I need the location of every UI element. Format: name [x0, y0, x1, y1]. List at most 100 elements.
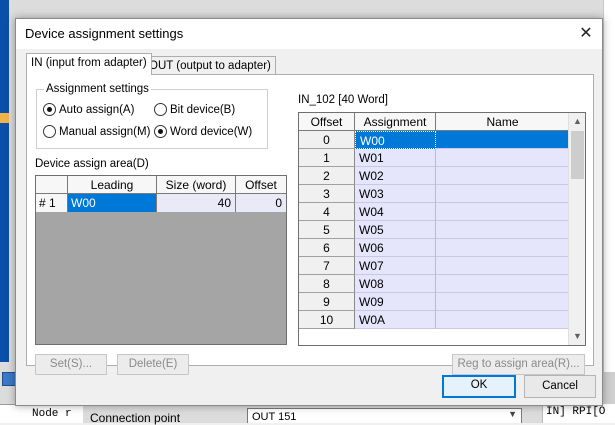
- grid-header-offset: Offset: [299, 113, 355, 131]
- offset-assignment-grid[interactable]: Offset Assignment Name 0 W00 1 W01 2 W02 3 W03 4…: [298, 112, 586, 346]
- row-name[interactable]: [436, 203, 569, 221]
- table-row[interactable]: 8 W08: [299, 275, 569, 293]
- ok-button[interactable]: OK: [442, 375, 516, 398]
- row-name[interactable]: [436, 149, 569, 167]
- table-row[interactable]: 10 W0A: [299, 311, 569, 329]
- row-assignment[interactable]: W01: [355, 149, 436, 167]
- grid-header: Leading Size (word) Offset: [36, 176, 286, 194]
- row-name[interactable]: [436, 275, 569, 293]
- manual-assign-label: Manual assign(M): [59, 125, 151, 138]
- row-assignment[interactable]: W09: [355, 293, 436, 311]
- word-device-label: Word device(W): [170, 125, 253, 138]
- table-row[interactable]: 6 W06: [299, 239, 569, 257]
- row-offset: 5: [299, 221, 355, 239]
- radio-unselected-icon: [154, 103, 167, 116]
- reg-to-assign-area-button[interactable]: Reg to assign area(R)...: [452, 354, 585, 375]
- background-panel: [0, 0, 9, 362]
- device-assignment-dialog: Device assignment settings ✕ IN (input f…: [15, 18, 603, 406]
- dialog-titlebar[interactable]: Device assignment settings ✕: [16, 19, 602, 49]
- row-name[interactable]: [436, 293, 569, 311]
- auto-assign-label: Auto assign(A): [59, 103, 135, 116]
- row-name[interactable]: [436, 239, 569, 257]
- close-icon[interactable]: ✕: [570, 19, 602, 49]
- background-marker: [0, 113, 9, 123]
- table-row[interactable]: 3 W03: [299, 185, 569, 203]
- tab-panel-in: Assignment settings Auto assign(A) Bit d…: [26, 74, 594, 375]
- row-offset: 8: [299, 275, 355, 293]
- background-rpi-text: IN] RPI[O: [542, 404, 615, 423]
- table-row[interactable]: # 1 W00 40 0: [36, 194, 286, 212]
- grid-header-assignment: Assignment: [355, 113, 436, 131]
- row-assignment[interactable]: W00: [355, 131, 436, 149]
- table-row[interactable]: 4 W04: [299, 203, 569, 221]
- device-assign-area-label: Device assign area(D): [35, 158, 149, 170]
- grid-header-offset: Offset: [245, 178, 277, 192]
- set-button[interactable]: Set(S)...: [35, 354, 107, 375]
- tab-in-input-from-adapter[interactable]: IN (input from adapter): [26, 53, 152, 75]
- grid-header-corner: [36, 176, 68, 194]
- background-app-icon: [2, 372, 16, 386]
- grid-header-leading: Leading: [68, 176, 157, 194]
- table-row[interactable]: 5 W05: [299, 221, 569, 239]
- table-row[interactable]: 7 W07: [299, 257, 569, 275]
- scroll-down-icon[interactable]: ▼: [569, 328, 585, 345]
- dialog-title: Device assignment settings: [25, 26, 184, 41]
- background-connection-value: OUT 151: [252, 411, 297, 423]
- row-name[interactable]: [436, 167, 569, 185]
- radio-unselected-icon: [43, 125, 56, 138]
- row-name[interactable]: [436, 185, 569, 203]
- row-assignment[interactable]: W07: [355, 257, 436, 275]
- cancel-button[interactable]: Cancel: [524, 375, 596, 398]
- radio-selected-icon: [154, 125, 167, 138]
- row-name[interactable]: [436, 221, 569, 239]
- row-offset: 6: [299, 239, 355, 257]
- row-offset: 7: [299, 257, 355, 275]
- row-assignment[interactable]: W03: [355, 185, 436, 203]
- grid-header: Offset Assignment Name: [299, 113, 569, 131]
- row-offset: 3: [299, 185, 355, 203]
- assignment-settings-title: Assignment settings: [44, 83, 151, 95]
- bit-device-label: Bit device(B): [170, 103, 236, 116]
- grid-header-size: Size (word): [157, 176, 236, 194]
- row-name[interactable]: [436, 311, 569, 329]
- grid-header-name: Name: [486, 115, 519, 129]
- table-row[interactable]: 2 W02: [299, 167, 569, 185]
- chevron-down-icon: ▼: [508, 409, 517, 419]
- device-assign-area-grid[interactable]: Leading Size (word) Offset # 1 W00 40 0: [35, 175, 287, 345]
- row-assignment[interactable]: W02: [355, 167, 436, 185]
- radio-selected-icon: [43, 103, 56, 116]
- row-size[interactable]: 40: [157, 194, 236, 212]
- table-row[interactable]: 1 W01: [299, 149, 569, 167]
- background-node-text: Node r: [0, 404, 83, 423]
- background-right-pane: [603, 0, 615, 423]
- row-assignment[interactable]: W04: [355, 203, 436, 221]
- row-name[interactable]: [436, 257, 569, 275]
- row-assignment[interactable]: W0A: [355, 311, 436, 329]
- row-index: # 1: [36, 194, 68, 212]
- in-102-label: IN_102 [40 Word]: [298, 94, 388, 106]
- manual-assign-radio[interactable]: Manual assign(M): [43, 125, 150, 138]
- table-row[interactable]: 9 W09: [299, 293, 569, 311]
- background-connection-select[interactable]: OUT 151 ▼: [247, 408, 522, 423]
- row-offset: 0: [299, 131, 355, 149]
- table-row[interactable]: 0 W00: [299, 131, 569, 149]
- row-assignment[interactable]: W05: [355, 221, 436, 239]
- bit-device-radio[interactable]: Bit device(B): [154, 103, 235, 116]
- row-name[interactable]: [436, 131, 569, 149]
- row-offset: 10: [299, 311, 355, 329]
- tab-out-output-to-adapter[interactable]: OUT (output to adapter): [144, 56, 276, 75]
- row-offset: 4: [299, 203, 355, 221]
- row-assignment[interactable]: W08: [355, 275, 436, 293]
- row-offset[interactable]: 0: [236, 194, 286, 212]
- auto-assign-radio[interactable]: Auto assign(A): [43, 103, 134, 116]
- row-offset: 9: [299, 293, 355, 311]
- delete-button[interactable]: Delete(E): [117, 354, 189, 375]
- assignment-settings-group: Assignment settings Auto assign(A) Bit d…: [36, 83, 268, 149]
- row-leading[interactable]: W00: [68, 194, 157, 212]
- scroll-up-icon[interactable]: ▲: [569, 113, 585, 130]
- word-device-radio[interactable]: Word device(W): [154, 125, 252, 138]
- row-offset: 1: [299, 149, 355, 167]
- row-assignment[interactable]: W06: [355, 239, 436, 257]
- scrollbar-thumb[interactable]: [571, 131, 584, 179]
- vertical-scrollbar[interactable]: ▲ ▼: [568, 113, 585, 345]
